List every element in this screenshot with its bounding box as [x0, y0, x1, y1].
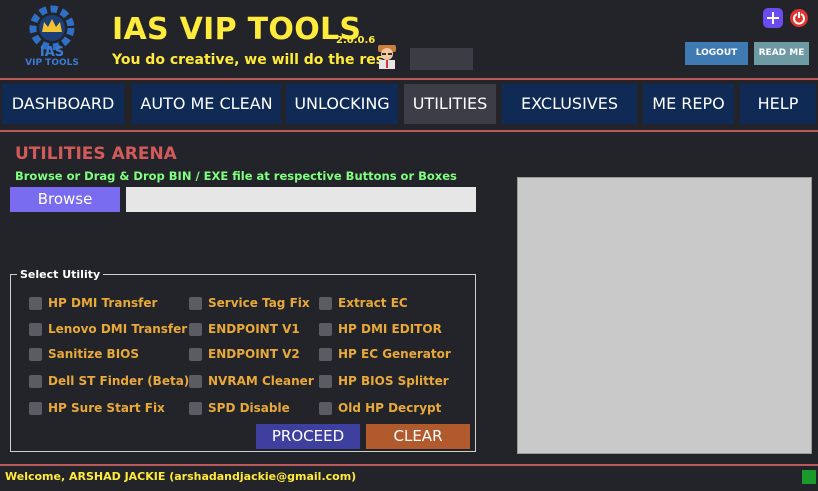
checkbox[interactable]	[29, 322, 42, 336]
proceed-button[interactable]: PROCEED	[256, 424, 360, 449]
checkbox[interactable]	[29, 374, 42, 388]
checkbox[interactable]	[319, 296, 332, 310]
gear-icon	[29, 5, 75, 51]
tab-me-repo[interactable]: ME REPO	[643, 84, 734, 124]
checkbox[interactable]	[189, 296, 202, 310]
logo-line1: IAS	[39, 45, 65, 60]
tab-exclusives[interactable]: EXCLUSIVES	[502, 84, 637, 124]
checkbox[interactable]	[189, 322, 202, 336]
add-icon[interactable]	[763, 8, 783, 28]
utility-option[interactable]: Old HP Decrypt	[319, 400, 441, 416]
user-avatar-icon	[378, 45, 396, 69]
utility-option[interactable]: HP BIOS Splitter	[319, 373, 449, 389]
utility-option[interactable]: HP DMI EDITOR	[319, 321, 442, 337]
utility-option[interactable]: HP Sure Start Fix	[29, 400, 165, 416]
utility-option[interactable]: Lenovo DMI Transfer	[29, 321, 187, 337]
tab-dashboard[interactable]: DASHBOARD	[2, 84, 124, 124]
checkbox[interactable]	[189, 374, 202, 388]
logo-line2: VIP TOOLS	[25, 58, 79, 68]
checkbox[interactable]	[319, 347, 332, 361]
utility-option[interactable]: ENDPOINT V1	[189, 321, 300, 337]
checkbox[interactable]	[29, 401, 42, 415]
app-version: 2.0.0.6	[336, 35, 376, 46]
header-divider	[0, 78, 818, 80]
tab-help[interactable]: HELP	[740, 84, 816, 124]
logout-button[interactable]: LOGOUT	[685, 42, 748, 65]
clear-button[interactable]: CLEAR	[366, 424, 470, 449]
utility-option[interactable]: Sanitize BIOS	[29, 346, 139, 362]
app-logo: IAS VIP TOOLS	[18, 2, 86, 72]
status-indicator	[802, 470, 816, 484]
section-title: UTILITIES ARENA	[15, 144, 177, 164]
tab-unlocking[interactable]: UNLOCKING	[286, 84, 398, 124]
tab-auto-me-clean[interactable]: AUTO ME CLEAN	[132, 84, 281, 124]
utility-option[interactable]: HP DMI Transfer	[29, 295, 157, 311]
instructions-text: Browse or Drag & Drop BIN / EXE file at …	[15, 169, 457, 183]
utility-option[interactable]: ENDPOINT V2	[189, 346, 300, 362]
app-tagline: You do creative, we will do the rest	[112, 52, 391, 68]
checkbox[interactable]	[319, 374, 332, 388]
checkbox[interactable]	[189, 347, 202, 361]
header-placeholder-box	[410, 48, 473, 70]
file-drop-preview-box[interactable]	[517, 177, 812, 454]
checkbox[interactable]	[29, 296, 42, 310]
app-header: IAS VIP TOOLS IAS VIP TOOLS 2.0.0.6 You …	[0, 0, 818, 78]
utility-option[interactable]: HP EC Generator	[319, 346, 451, 362]
utility-option[interactable]: Service Tag Fix	[189, 295, 310, 311]
exit-icon[interactable]	[789, 8, 809, 28]
browse-button[interactable]: Browse	[10, 187, 120, 212]
welcome-text: Welcome, ARSHAD JACKIE (arshadandjackie@…	[5, 470, 357, 483]
utility-option[interactable]: SPD Disable	[189, 400, 290, 416]
utility-option[interactable]: NVRAM Cleaner	[189, 373, 314, 389]
select-utility-label: Select Utility	[17, 268, 104, 281]
nav-divider	[0, 130, 818, 132]
checkbox[interactable]	[319, 322, 332, 336]
tab-utilities[interactable]: UTILITIES	[404, 84, 496, 124]
readme-button[interactable]: READ ME	[754, 42, 809, 65]
checkbox[interactable]	[319, 401, 332, 415]
app-title: IAS VIP TOOLS	[112, 12, 362, 47]
main-nav: DASHBOARD AUTO ME CLEAN UNLOCKING UTILIT…	[0, 84, 818, 124]
checkbox[interactable]	[189, 401, 202, 415]
file-path-input[interactable]	[126, 187, 476, 212]
utility-option[interactable]: Dell ST Finder (Beta)	[29, 373, 189, 389]
checkbox[interactable]	[29, 347, 42, 361]
utility-option[interactable]: Extract EC	[319, 295, 408, 311]
